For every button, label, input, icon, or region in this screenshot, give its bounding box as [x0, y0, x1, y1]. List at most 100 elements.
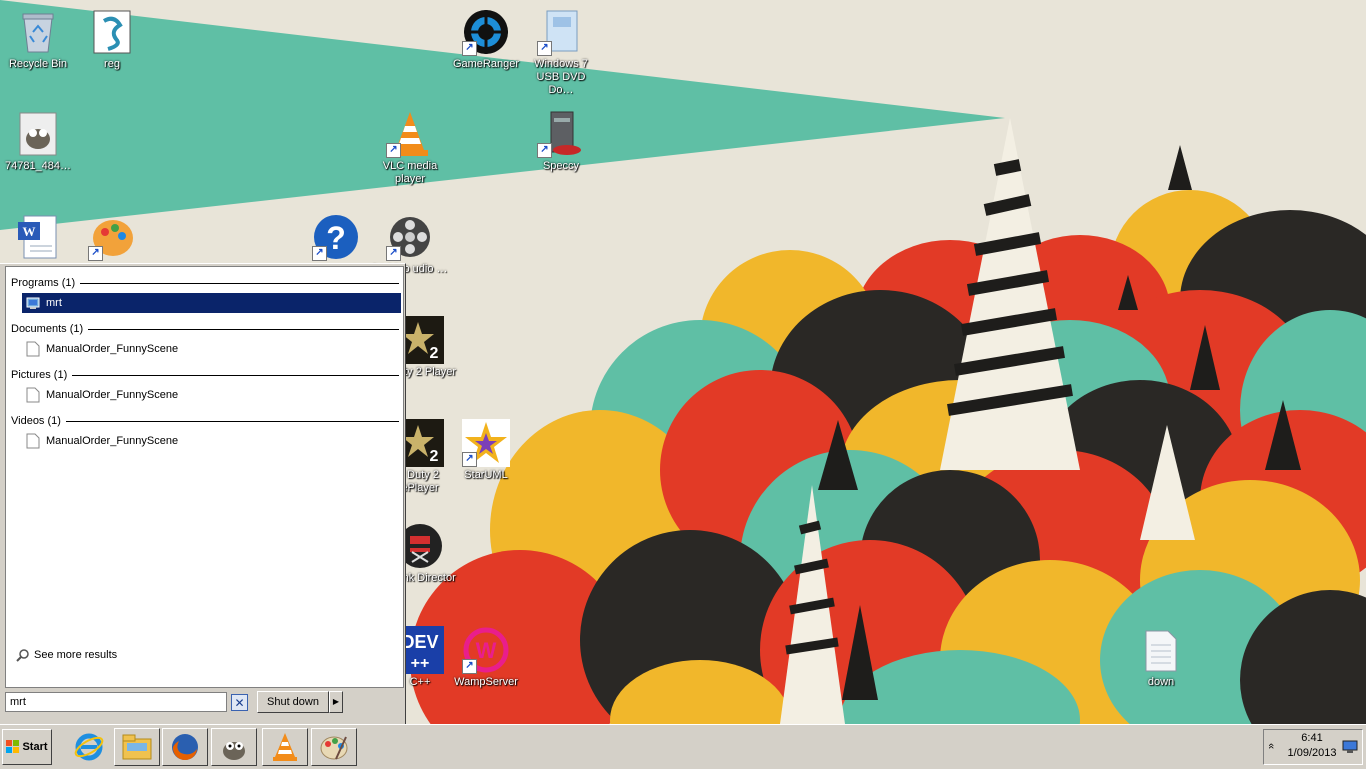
- result-item-mrt[interactable]: mrt: [22, 293, 401, 313]
- triangle-right-icon: ▶: [332, 697, 340, 706]
- result-item-label: ManualOrder_FunnyScene: [46, 435, 179, 447]
- see-more-label: See more results: [34, 649, 118, 661]
- gimp-icon: [223, 742, 245, 760]
- desktop-icon-label: down: [1147, 676, 1175, 688]
- text-file-icon: [1137, 626, 1185, 674]
- desktop-icon-recycle-bin[interactable]: Recycle Bin: [0, 4, 76, 71]
- svg-text:W: W: [23, 224, 36, 239]
- svg-text:2: 2: [430, 345, 439, 362]
- see-more-results-link[interactable]: See more results: [16, 648, 117, 662]
- desktop-icon-vlc[interactable]: ↗ VLC media player: [372, 106, 448, 186]
- shortcut-arrow-icon: ↗: [312, 246, 327, 261]
- internet-explorer-icon: [74, 733, 104, 761]
- group-header-label: Videos (1): [11, 415, 61, 427]
- gameranger-icon: ↗: [462, 8, 510, 56]
- paint-palette-icon: ↗: [88, 213, 136, 261]
- usb-dvd-tool-icon: ↗: [537, 8, 585, 56]
- close-icon: ✕: [234, 696, 245, 710]
- desktop-icon-label: VLC media player: [382, 160, 438, 185]
- recycle-bin-icon: [14, 8, 62, 56]
- search-results-panel: Programs (1) mrt Documents (1) ManualOrd…: [5, 266, 404, 688]
- result-item-label: ManualOrder_FunnyScene: [46, 389, 179, 401]
- desktop-icon-label: GameRanger: [452, 58, 520, 70]
- film-reel-icon: ↗: [386, 213, 434, 261]
- group-divider: [80, 282, 399, 284]
- taskbar-paint[interactable]: [311, 728, 357, 766]
- gimp-image-icon: [14, 110, 62, 158]
- desktop-icon-gameranger[interactable]: ↗ GameRanger: [448, 4, 524, 71]
- desktop-icon-paint[interactable]: ↗: [74, 209, 150, 263]
- desktop-icon-label: Windows 7 USB DVD Do…: [534, 58, 588, 96]
- result-item-document[interactable]: ManualOrder_FunnyScene: [22, 339, 401, 359]
- document-file-icon: [26, 341, 40, 357]
- start-button[interactable]: Start: [2, 729, 52, 765]
- show-hidden-icons-button[interactable]: «: [1265, 743, 1277, 749]
- taskbar-firefox[interactable]: [162, 728, 208, 766]
- shortcut-arrow-icon: ↗: [537, 143, 552, 158]
- taskbar-windows-explorer[interactable]: [114, 728, 160, 766]
- start-search-input[interactable]: [5, 692, 227, 712]
- desktop-icon-label: reg: [104, 58, 120, 70]
- taskbar-internet-explorer[interactable]: [66, 728, 112, 766]
- svg-text:DEV: DEV: [401, 632, 438, 652]
- results-group-header[interactable]: Pictures (1): [11, 367, 399, 383]
- desktop-icon-windows7-usb[interactable]: ↗ Windows 7 USB DVD Do…: [523, 4, 599, 97]
- group-header-label: Pictures (1): [11, 369, 68, 381]
- shortcut-arrow-icon: ↗: [462, 41, 477, 56]
- results-group-header[interactable]: Programs (1): [11, 275, 399, 291]
- desktop-icon-label: Recycle Bin: [8, 58, 68, 70]
- start-label: Start: [22, 741, 48, 753]
- shortcut-arrow-icon: ↗: [386, 246, 401, 261]
- network-icon[interactable]: [1342, 740, 1358, 754]
- desktop-icon-reg[interactable]: reg: [74, 4, 150, 71]
- help-question-icon: ? ↗: [312, 213, 360, 261]
- start-menu: Programs (1) mrt Documents (1) ManualOrd…: [0, 263, 406, 725]
- document-file-icon: [26, 433, 40, 449]
- wampserver-icon: W ↗: [462, 626, 510, 674]
- magnifier-icon: [16, 649, 29, 662]
- document-file-icon: [26, 387, 40, 403]
- svg-text:?: ?: [326, 220, 346, 256]
- group-divider: [88, 328, 399, 330]
- desktop-icon-staruml[interactable]: ↗ StarUML: [448, 415, 524, 482]
- desktop-icon-word-doc[interactable]: W: [0, 209, 76, 263]
- staruml-star-icon: ↗: [462, 419, 510, 467]
- group-header-label: Programs (1): [11, 277, 76, 289]
- clock-date[interactable]: 1/09/2013: [1280, 747, 1344, 759]
- paint-palette-icon: [320, 736, 348, 760]
- firefox-icon: [172, 734, 198, 761]
- desktop-icon-label: StarUML: [464, 469, 508, 481]
- result-item-label: ManualOrder_FunnyScene: [46, 343, 179, 355]
- desktop-icon-label: 74781_484…: [4, 160, 72, 172]
- shortcut-arrow-icon: ↗: [386, 143, 401, 158]
- folder-icon: [122, 734, 152, 760]
- svg-text:2: 2: [430, 448, 439, 465]
- shut-down-button[interactable]: Shut down: [257, 691, 329, 713]
- taskbar-gimp[interactable]: [211, 728, 257, 766]
- shutdown-options-button[interactable]: ▶: [329, 691, 343, 713]
- registry-file-icon: [88, 8, 136, 56]
- results-group-header[interactable]: Videos (1): [11, 413, 399, 429]
- taskbar: Start « 6:41 1/09/2013: [0, 724, 1366, 769]
- shortcut-arrow-icon: ↗: [88, 246, 103, 261]
- desktop-icon-down[interactable]: down: [1123, 622, 1199, 689]
- taskbar-vlc[interactable]: [262, 728, 308, 766]
- group-divider: [72, 374, 399, 376]
- desktop-icon-speccy[interactable]: ↗ Speccy: [523, 106, 599, 173]
- desktop-icon-image-file[interactable]: 74781_484…: [0, 106, 76, 173]
- shortcut-arrow-icon: ↗: [462, 452, 477, 467]
- shortcut-arrow-icon: ↗: [537, 41, 552, 56]
- result-item-picture[interactable]: ManualOrder_FunnyScene: [22, 385, 401, 405]
- results-group-header[interactable]: Documents (1): [11, 321, 399, 337]
- desktop-icon-wampserver[interactable]: W ↗ WampServer: [448, 622, 524, 689]
- group-divider: [65, 420, 399, 422]
- desktop-icon-label: WampServer: [454, 676, 518, 688]
- word-document-icon: W: [14, 213, 62, 261]
- clock-time[interactable]: 6:41: [1284, 732, 1340, 744]
- shortcut-arrow-icon: ↗: [462, 659, 477, 674]
- group-header-label: Documents (1): [11, 323, 84, 335]
- windows-logo-icon: [6, 740, 20, 753]
- result-item-video[interactable]: ManualOrder_FunnyScene: [22, 431, 401, 451]
- desktop-icon-help[interactable]: ? ↗: [298, 209, 374, 263]
- clear-search-button[interactable]: ✕: [231, 694, 248, 711]
